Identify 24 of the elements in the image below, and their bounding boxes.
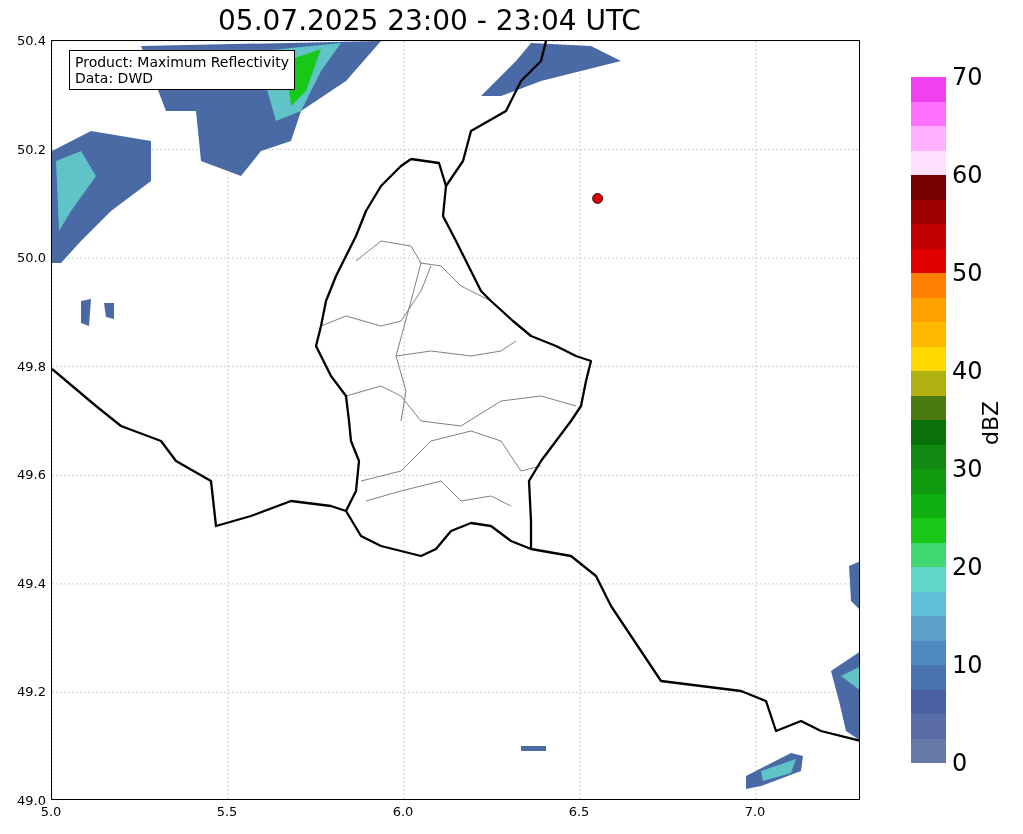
location-dot — [592, 193, 603, 204]
x-tick-label: 5.5 — [216, 804, 238, 819]
colorbar-tick-label: 30 — [952, 455, 983, 483]
colorbar-tick-label: 50 — [952, 259, 983, 287]
chart-title: 05.07.2025 23:00 - 23:04 UTC — [218, 4, 641, 38]
colorbar-tick-label: 40 — [952, 357, 983, 385]
y-tick-label: 49.4 — [17, 575, 46, 591]
y-tick-label: 50.2 — [17, 141, 46, 157]
colorbar-label: dBZ — [977, 400, 1003, 446]
colorbar-tick-label: 10 — [952, 651, 983, 679]
colorbar-tick-label: 0 — [952, 749, 968, 777]
colorbar-tick-label: 20 — [952, 553, 983, 581]
legend-text: Data: DWD — [75, 70, 154, 86]
y-tick-label: 49.2 — [17, 683, 46, 699]
y-tick-label: 49.6 — [17, 466, 46, 482]
x-tick-label: 7.0 — [744, 804, 766, 819]
y-tick-label: 50.0 — [17, 249, 46, 265]
y-tick-label: 50.4 — [17, 32, 46, 48]
colorbar-tick-label: 70 — [952, 63, 983, 91]
y-tick-label: 49.8 — [17, 358, 46, 374]
x-tick-label: 6.0 — [392, 804, 414, 819]
colorbar-tick-label: 60 — [952, 161, 983, 189]
x-tick-label: 6.5 — [568, 804, 590, 819]
legend-text: Product: Maximum Reflectivity — [75, 54, 289, 70]
